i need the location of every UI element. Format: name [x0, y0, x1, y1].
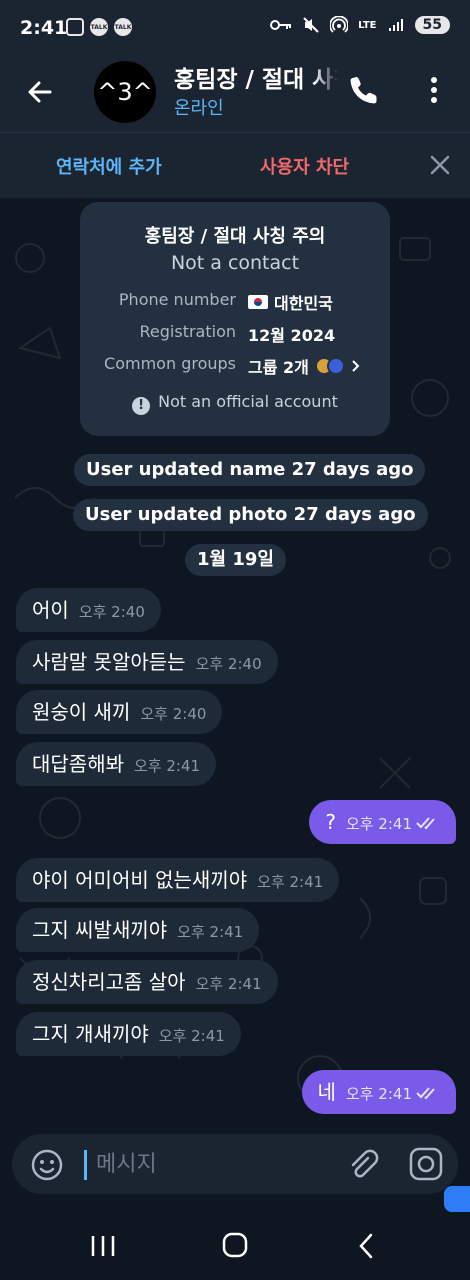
status-bar: 2:41 TALK TALK LTE 55	[0, 0, 470, 56]
outgoing-message[interactable]: 네 오후 2:41	[301, 1070, 456, 1114]
key-icon	[270, 20, 292, 30]
incoming-message[interactable]: 원숭이 새끼 오후 2:40	[16, 690, 223, 734]
phone-call-icon[interactable]	[348, 74, 380, 106]
incoming-message[interactable]: 대답좀해봐 오후 2:41	[16, 742, 217, 786]
close-icon[interactable]	[428, 153, 452, 177]
system-nav-bar	[0, 1212, 470, 1280]
info-row-value[interactable]: 그룹 2개	[248, 354, 361, 378]
service-message: User updated photo 27 days ago	[73, 499, 428, 531]
online-status: 온라인	[174, 98, 224, 119]
contact-info-card: 홍팀장 / 절대 사칭 주의 Not a contact Phone numbe…	[80, 202, 390, 436]
back-arrow-icon[interactable]	[24, 76, 56, 108]
incoming-message[interactable]: 어이 오후 2:40	[16, 588, 161, 632]
floating-window-icon[interactable]	[444, 1186, 470, 1212]
add-contact-button[interactable]: 연락처에 추가	[56, 153, 162, 179]
incoming-message[interactable]: 야이 어미어비 없는새끼야 오후 2:41	[16, 858, 340, 902]
message-input[interactable]	[96, 1144, 336, 1184]
read-ticks-icon	[416, 817, 435, 830]
battery-level: 55	[414, 16, 450, 34]
incoming-message[interactable]: 그지 개새끼야 오후 2:41	[16, 1012, 241, 1056]
korea-flag-icon	[248, 295, 268, 309]
recent-apps-icon[interactable]	[90, 1234, 116, 1258]
info-row-key: Phone number	[118, 290, 236, 309]
more-options-icon[interactable]	[420, 74, 448, 106]
chat-header: ^3^ 홍팀장 / 절대 사칭 주의 온라인	[0, 56, 470, 132]
chat-title[interactable]: 홍팀장 / 절대 사칭 주의	[174, 60, 338, 94]
screenshot-icon	[66, 18, 84, 36]
signal-icon	[388, 19, 403, 31]
text-cursor	[84, 1150, 87, 1180]
notification-icons: TALK TALK	[66, 18, 132, 36]
mute-icon	[303, 17, 319, 33]
attach-icon[interactable]	[346, 1148, 380, 1182]
info-card-subtitle: Not a contact	[170, 252, 300, 274]
chevron-right-icon	[352, 360, 360, 372]
info-card-name: 홍팀장 / 절대 사칭 주의	[144, 226, 326, 247]
incoming-message[interactable]: 그지 씨발새끼야 오후 2:41	[16, 908, 260, 952]
block-user-button[interactable]: 사용자 차단	[260, 153, 349, 179]
hotspot-icon	[330, 16, 349, 33]
info-row-value: 12월 2024	[248, 326, 336, 345]
info-icon: !	[132, 397, 151, 415]
status-time: 2:41	[20, 17, 68, 39]
home-icon[interactable]	[222, 1232, 248, 1258]
read-ticks-icon	[416, 1087, 435, 1100]
message-composer	[12, 1134, 458, 1194]
chat-area[interactable]: 홍팀장 / 절대 사칭 주의 Not a contact Phone numbe…	[0, 198, 470, 1138]
contact-action-bar: 연락처에 추가 사용자 차단	[0, 132, 470, 198]
system-icons: LTE 55	[270, 16, 450, 34]
back-nav-icon[interactable]	[356, 1232, 376, 1260]
unofficial-notice: ! Not an official account	[80, 392, 390, 415]
emoji-icon[interactable]	[30, 1148, 64, 1182]
group-avatars-icon	[314, 357, 345, 375]
kakaotalk-icon: TALK	[114, 18, 132, 36]
incoming-message[interactable]: 사람말 못알아듣는 오후 2:40	[16, 640, 278, 684]
service-message: User updated name 27 days ago	[74, 454, 426, 486]
info-row-key: Registration	[139, 322, 236, 341]
kakaotalk-icon: TALK	[90, 18, 108, 36]
outgoing-message[interactable]: ? 오후 2:41	[309, 800, 456, 844]
lte-label: LTE	[358, 19, 377, 31]
camera-icon[interactable]	[408, 1146, 444, 1182]
incoming-message[interactable]: 정신차리고좀 살아 오후 2:41	[16, 960, 278, 1004]
info-row-value: 대한민국	[248, 290, 333, 314]
date-separator: 1월 19일	[185, 544, 286, 576]
avatar[interactable]: ^3^	[94, 61, 156, 123]
info-row-key: Common groups	[104, 354, 236, 373]
